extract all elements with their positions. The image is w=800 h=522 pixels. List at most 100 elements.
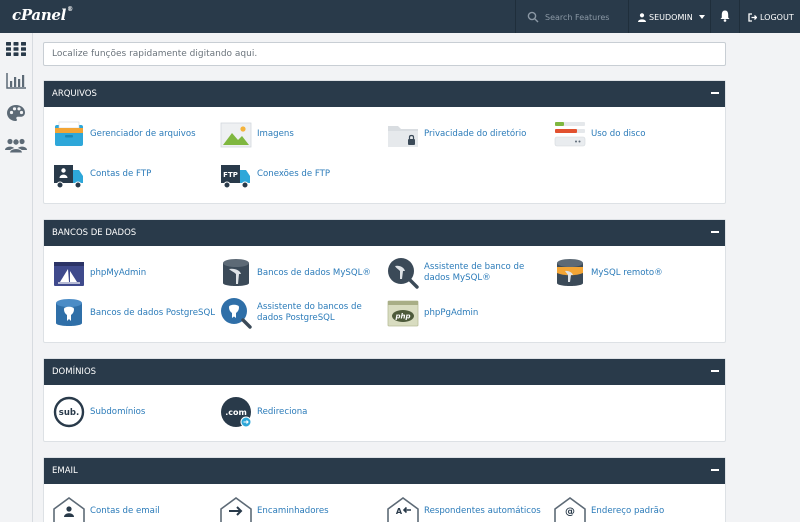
item-label: Redireciona bbox=[257, 406, 308, 417]
svg-text:FTP: FTP bbox=[223, 171, 238, 179]
item-remote-mysql[interactable]: MySQL remoto® bbox=[554, 255, 719, 291]
main-content bbox=[43, 41, 726, 66]
redirects-icon: .com bbox=[221, 397, 252, 428]
sidebar-item-home[interactable] bbox=[4, 37, 28, 61]
item-phpmyadmin[interactable]: phpMyAdmin bbox=[53, 255, 218, 291]
item-ftp-connections[interactable]: FTP Conexões de FTP bbox=[220, 156, 385, 192]
item-default-address[interactable]: @ Endereço padrão bbox=[554, 493, 719, 522]
section-header[interactable]: EMAIL bbox=[44, 458, 725, 484]
item-label: Gerenciador de arquivos bbox=[90, 128, 196, 139]
section-title: BANCOS DE DADOS bbox=[52, 228, 137, 238]
item-postgresql-databases[interactable]: Bancos de dados PostgreSQL bbox=[53, 295, 218, 331]
item-autoresponders[interactable]: A Respondentes automáticos bbox=[387, 493, 552, 522]
section-email: EMAIL Contas de email Encaminhadores A R… bbox=[43, 457, 726, 522]
email-accounts-icon bbox=[53, 497, 85, 522]
sidebar-item-users[interactable] bbox=[4, 133, 28, 157]
svg-text:.com: .com bbox=[225, 408, 247, 417]
images-icon bbox=[220, 122, 252, 148]
item-postgresql-wizard[interactable]: Assistente do bancos de dados PostgreSQL bbox=[220, 295, 385, 331]
bar-chart-icon bbox=[6, 73, 26, 89]
users-icon bbox=[5, 138, 27, 153]
item-label: Respondentes automáticos bbox=[424, 505, 541, 516]
svg-text:php: php bbox=[394, 313, 410, 321]
item-images[interactable]: Imagens bbox=[220, 116, 385, 152]
svg-text:sub.: sub. bbox=[59, 408, 79, 418]
topbar-divider bbox=[515, 0, 516, 33]
subdomains-icon: sub. bbox=[53, 396, 85, 428]
user-icon bbox=[638, 12, 646, 22]
item-label: Imagens bbox=[257, 128, 294, 139]
item-label: Subdomínios bbox=[90, 406, 146, 417]
default-address-icon: @ bbox=[554, 497, 586, 522]
section-dominios: DOMÍNIOS sub. Subdomínios .com Redirecio… bbox=[43, 358, 726, 442]
item-label: MySQL remoto® bbox=[591, 267, 663, 278]
logo-text: cPanel bbox=[12, 6, 67, 24]
user-menu[interactable]: SEUDOMIN bbox=[638, 9, 708, 25]
item-label: phpPgAdmin bbox=[424, 307, 479, 318]
directory-privacy-icon bbox=[388, 126, 418, 147]
feature-search[interactable]: Search Features bbox=[527, 9, 627, 25]
logout-label: LOGOUT bbox=[760, 12, 794, 22]
item-label: phpMyAdmin bbox=[90, 267, 147, 278]
item-label: Assistente do bancos de dados PostgreSQL bbox=[257, 302, 362, 323]
section-bancos-de-dados: BANCOS DE DADOS phpMyAdmin Bancos de dad… bbox=[43, 219, 726, 343]
quick-search-input[interactable] bbox=[43, 42, 726, 66]
mysql-databases-icon bbox=[223, 259, 249, 286]
file-manager-icon bbox=[55, 121, 83, 146]
item-subdomains[interactable]: sub. Subdomínios bbox=[53, 394, 218, 430]
item-label: Bancos de dados PostgreSQL bbox=[90, 307, 215, 318]
item-email-accounts[interactable]: Contas de email bbox=[53, 493, 218, 522]
collapse-icon[interactable] bbox=[711, 92, 719, 94]
item-label: Encaminhadores bbox=[257, 505, 329, 516]
item-disk-usage[interactable]: Uso do disco bbox=[554, 116, 719, 152]
search-icon bbox=[527, 11, 539, 23]
section-header[interactable]: DOMÍNIOS bbox=[44, 359, 725, 385]
topbar-divider bbox=[739, 0, 740, 33]
logout-icon bbox=[748, 12, 757, 22]
chevron-down-icon bbox=[698, 15, 705, 19]
phpmyadmin-icon bbox=[54, 262, 84, 286]
postgresql-databases-icon bbox=[56, 299, 82, 326]
item-mysql-databases[interactable]: Bancos de dados MySQL® bbox=[220, 255, 385, 291]
svg-text:@: @ bbox=[565, 507, 575, 518]
forwarders-icon bbox=[220, 497, 252, 522]
palette-icon bbox=[7, 105, 25, 121]
phppgadmin-icon: php bbox=[387, 300, 419, 327]
item-directory-privacy[interactable]: Privacidade do diretório bbox=[387, 116, 552, 152]
item-file-manager[interactable]: Gerenciador de arquivos bbox=[53, 116, 218, 152]
ftp-accounts-icon bbox=[54, 165, 83, 189]
section-arquivos: ARQUIVOS Gerenciador de arquivos Imagens bbox=[43, 80, 726, 204]
topbar-divider bbox=[628, 0, 629, 33]
ftp-connections-icon: FTP bbox=[221, 165, 250, 189]
postgresql-wizard-icon bbox=[221, 298, 252, 329]
top-bar: cPanel® Search Features SEUDOMIN LOGOUT bbox=[0, 0, 800, 33]
item-ftp-accounts[interactable]: Contas de FTP bbox=[53, 156, 218, 192]
item-label: Endereço padrão bbox=[591, 505, 665, 516]
section-title: ARQUIVOS bbox=[52, 89, 97, 99]
topbar-divider bbox=[710, 0, 711, 33]
collapse-icon[interactable] bbox=[711, 370, 719, 372]
item-label: Privacidade do diretório bbox=[424, 128, 527, 139]
username: SEUDOMIN bbox=[649, 12, 693, 22]
logout-button[interactable]: LOGOUT bbox=[748, 9, 794, 25]
item-forwarders[interactable]: Encaminhadores bbox=[220, 493, 385, 522]
autoresponders-icon: A bbox=[387, 497, 419, 522]
bell-icon[interactable] bbox=[720, 10, 730, 22]
sidebar bbox=[0, 33, 33, 522]
collapse-icon[interactable] bbox=[711, 231, 719, 233]
section-title: DOMÍNIOS bbox=[52, 367, 97, 377]
item-label: Contas de FTP bbox=[90, 168, 152, 179]
section-header[interactable]: ARQUIVOS bbox=[44, 81, 725, 107]
sidebar-item-themes[interactable] bbox=[4, 101, 28, 125]
item-mysql-wizard[interactable]: Assistente de banco de dados MySQL® bbox=[387, 255, 552, 291]
item-redirects[interactable]: .com Redireciona bbox=[220, 394, 385, 430]
remote-mysql-icon bbox=[557, 259, 583, 286]
item-label: Uso do disco bbox=[591, 128, 646, 139]
section-header[interactable]: BANCOS DE DADOS bbox=[44, 220, 725, 246]
cpanel-logo[interactable]: cPanel® bbox=[12, 6, 73, 24]
sidebar-item-stats[interactable] bbox=[4, 69, 28, 93]
disk-usage-icon bbox=[554, 122, 586, 147]
search-placeholder: Search Features bbox=[545, 12, 610, 22]
item-phppgadmin[interactable]: php phpPgAdmin bbox=[387, 295, 552, 331]
collapse-icon[interactable] bbox=[711, 469, 719, 471]
